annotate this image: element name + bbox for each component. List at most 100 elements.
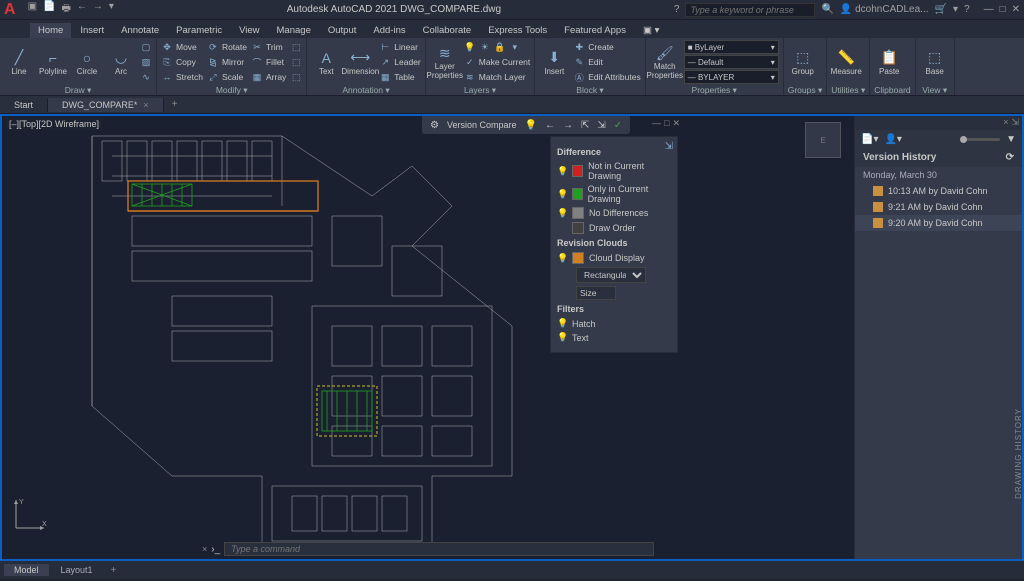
panel-utilities-label[interactable]: Utilities ▾ (831, 84, 865, 97)
tab-insert[interactable]: Insert (72, 23, 112, 38)
tab-addins[interactable]: Add-ins (365, 23, 413, 38)
qat-new-icon[interactable]: 📄 (43, 1, 55, 18)
help2-icon[interactable]: ? (964, 4, 970, 15)
panel-draw-label[interactable]: Draw ▾ (4, 84, 152, 97)
compare-import-icon[interactable]: ⇲ (597, 120, 605, 131)
tab-output[interactable]: Output (320, 23, 365, 38)
draw-misc-2[interactable]: ▨ (140, 55, 152, 69)
qat-redo-icon[interactable]: → (93, 1, 103, 18)
leader-button[interactable]: ↗Leader (379, 55, 420, 69)
stretch-button[interactable]: ↔Stretch (161, 70, 203, 84)
history-refresh-icon[interactable]: ⟳ (1006, 152, 1014, 163)
keyword-search-input[interactable] (685, 3, 815, 17)
tab-collaborate[interactable]: Collaborate (415, 23, 480, 38)
panel-modify-label[interactable]: Modify ▾ (161, 84, 302, 97)
swatch-orange[interactable] (572, 252, 584, 264)
cloud-size-input[interactable] (576, 286, 616, 300)
table-button[interactable]: ▦Table (379, 70, 420, 84)
text-button[interactable]: AText (311, 40, 341, 84)
arc-button[interactable]: ◡Arc (106, 40, 136, 84)
filter-hatch[interactable]: 💡Hatch (557, 318, 671, 329)
close-button[interactable]: ✕ (1012, 4, 1020, 15)
panel-annotation-label[interactable]: Annotation ▾ (311, 84, 420, 97)
panel-block-label[interactable]: Block ▾ (539, 84, 640, 97)
diff-not-in-current[interactable]: 💡Not in Current Drawing (557, 161, 671, 181)
history-zoom-slider[interactable] (960, 138, 1000, 141)
file-tab-doc[interactable]: DWG_COMPARE*× (48, 98, 164, 112)
cloud-shape-select[interactable]: Rectangular (576, 267, 646, 283)
mirror-button[interactable]: ⧎Mirror (207, 55, 247, 69)
view-cube[interactable]: E (798, 122, 848, 172)
signin-icon[interactable]: 🔍 (821, 4, 833, 15)
history-doc-icon[interactable]: 📄▾ (861, 134, 878, 145)
scale-button[interactable]: ⤢Scale (207, 70, 247, 84)
panel-close-icon[interactable]: × (1003, 117, 1008, 129)
compare-prev-icon[interactable]: ← (545, 120, 555, 131)
swatch-green[interactable] (572, 188, 583, 200)
tab-home[interactable]: Home (30, 23, 71, 38)
lineweight-combo[interactable]: — Default▾ (684, 55, 779, 69)
create-block-button[interactable]: ✚Create (573, 40, 640, 54)
history-filter-icon[interactable]: ▼ (1006, 134, 1016, 145)
swatch-dark[interactable] (572, 222, 584, 234)
array-button[interactable]: ▦Array (251, 70, 286, 84)
tab-featured[interactable]: Featured Apps (556, 23, 634, 38)
bulb-icon[interactable]: 💡 (557, 253, 567, 264)
vp-max-icon[interactable]: □ (664, 118, 669, 129)
qat-print-icon[interactable]: 🖶 (61, 1, 70, 18)
tab-focus-icon[interactable]: ▣ ▾ (635, 23, 667, 38)
group-button[interactable]: ⬚Group (788, 40, 818, 84)
draw-misc-3[interactable]: ∿ (140, 70, 152, 84)
layer-properties-button[interactable]: ≋Layer Properties (430, 40, 460, 84)
layout-add-button[interactable]: + (105, 565, 123, 576)
tab-manage[interactable]: Manage (269, 23, 319, 38)
measure-button[interactable]: 📏Measure (831, 40, 861, 84)
app-store-icon[interactable]: 🛒 (935, 4, 947, 15)
bulb-icon[interactable]: 💡 (557, 166, 567, 177)
paste-button[interactable]: 📋Paste (874, 40, 904, 84)
vp-min-icon[interactable]: — (652, 118, 661, 129)
diff-draw-order[interactable]: 💡Draw Order (557, 222, 671, 234)
move-button[interactable]: ✥Move (161, 40, 203, 54)
make-current-button[interactable]: ✓Make Current (464, 55, 531, 69)
view-cube-face[interactable]: E (805, 122, 841, 158)
help-icon[interactable]: ? (674, 4, 680, 15)
trim-button[interactable]: ✂Trim (251, 40, 286, 54)
panel-view-label[interactable]: View ▾ (920, 84, 950, 97)
draw-misc-1[interactable]: ▢ (140, 40, 152, 54)
panel-undock-icon[interactable]: ⇲ (1011, 117, 1019, 129)
layer-flyout[interactable]: 💡☀🔒▾ (464, 40, 531, 54)
drawing-canvas[interactable]: [–][Top][2D Wireframe] — □ ✕ ⚙ Version C… (2, 116, 854, 559)
match-layer-button[interactable]: ≋Match Layer (464, 70, 531, 84)
panel-layers-label[interactable]: Layers ▾ (430, 84, 531, 97)
cloud-display-row[interactable]: 💡Cloud Display (557, 252, 671, 264)
file-tab-add-button[interactable]: + (164, 99, 186, 110)
edit-attr-button[interactable]: ⒶEdit Attributes (573, 70, 640, 84)
diff-none[interactable]: 💡No Differences (557, 207, 671, 219)
file-tab-close-icon[interactable]: × (143, 100, 148, 110)
line-button[interactable]: ╱Line (4, 40, 34, 84)
minimize-button[interactable]: — (984, 4, 994, 15)
vp-close-icon[interactable]: ✕ (672, 118, 680, 129)
panel-groups-label[interactable]: Groups ▾ (788, 84, 823, 97)
bulb-icon[interactable]: 💡 (557, 208, 567, 219)
swatch-grey[interactable] (572, 207, 584, 219)
filter-text[interactable]: 💡Text (557, 332, 671, 343)
bulb-icon[interactable]: 💡 (557, 189, 567, 200)
modify-misc-1[interactable]: ⬚ (290, 40, 302, 54)
linetype-combo[interactable]: — BYLAYER▾ (684, 70, 779, 84)
insert-button[interactable]: ⬇Insert (539, 40, 569, 84)
tab-express[interactable]: Express Tools (480, 23, 555, 38)
compare-next-icon[interactable]: → (563, 120, 573, 131)
qat-grid-icon[interactable]: ▣ (28, 1, 37, 18)
maximize-button[interactable]: □ (1000, 4, 1006, 15)
user-account-label[interactable]: 👤 dcohnCADLea... (840, 4, 929, 15)
circle-button[interactable]: ○Circle (72, 40, 102, 84)
linear-button[interactable]: ⊢Linear (379, 40, 420, 54)
bulb-icon[interactable]: 💡 (557, 318, 567, 329)
history-entry[interactable]: 9:21 AM by David Cohn (855, 199, 1022, 215)
swatch-red[interactable] (572, 165, 583, 177)
compare-done-icon[interactable]: ✓ (614, 120, 622, 131)
command-input[interactable] (224, 542, 654, 556)
history-entry[interactable]: 10:13 AM by David Cohn (855, 183, 1022, 199)
